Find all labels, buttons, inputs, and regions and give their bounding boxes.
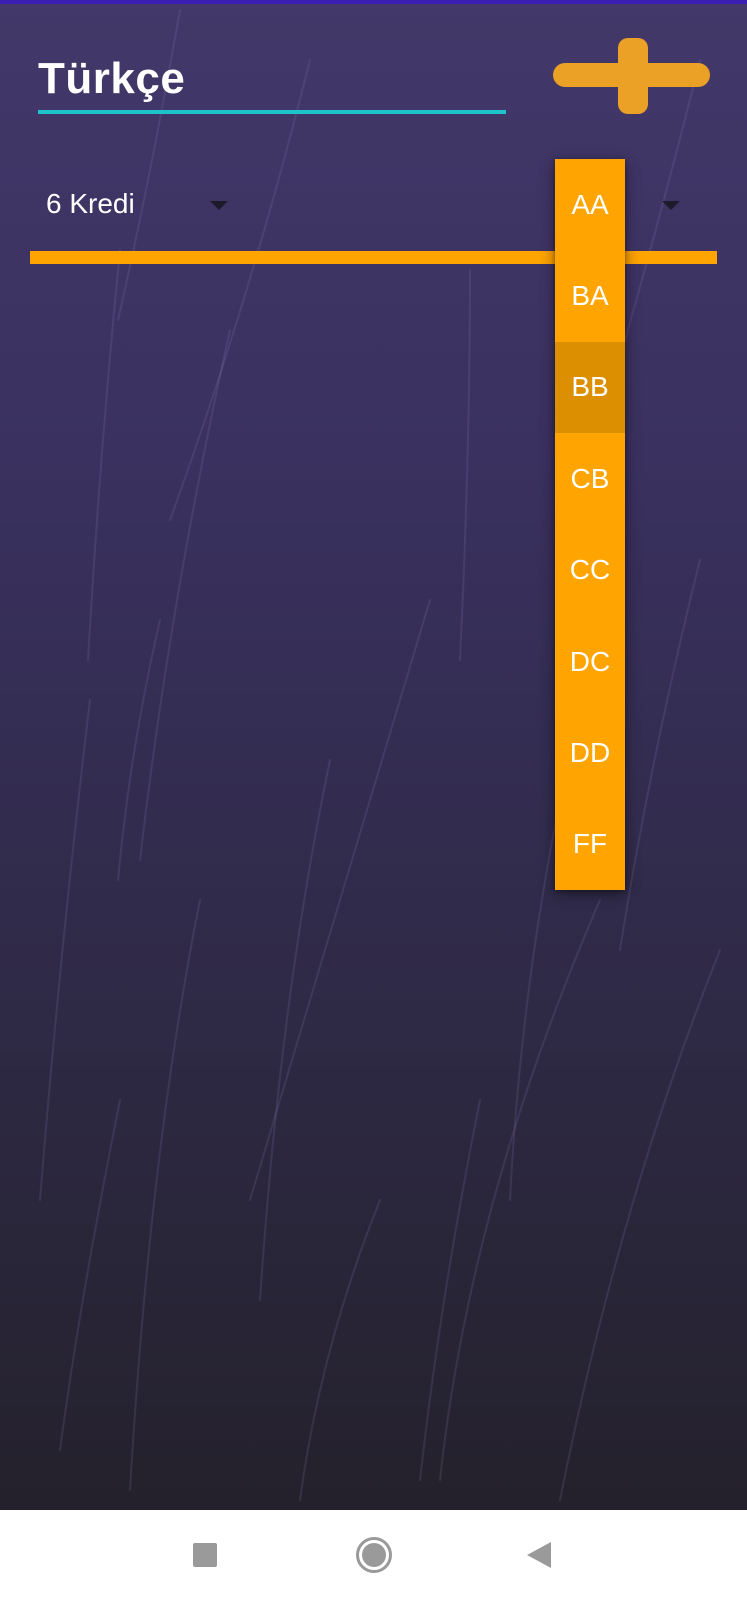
home-button[interactable] [351, 1532, 397, 1578]
circle-dot-icon [362, 1543, 386, 1567]
grade-option-dd[interactable]: DD [555, 707, 625, 798]
recents-button[interactable] [182, 1532, 228, 1578]
credit-selected-value: 6 Kredi [46, 188, 135, 219]
back-button[interactable] [517, 1532, 563, 1578]
grade-option-aa[interactable]: AA [555, 159, 625, 250]
system-navigation-bar [0, 1510, 747, 1600]
back-triangle-icon [527, 1542, 551, 1568]
grade-option-dc[interactable]: DC [555, 616, 625, 707]
square-icon [193, 1543, 217, 1567]
grade-dropdown-menu: AA BA BB CB CC DC DD FF [555, 159, 625, 890]
add-course-button[interactable] [553, 34, 713, 116]
grade-option-cc[interactable]: CC [555, 525, 625, 616]
grade-option-bb[interactable]: BB [555, 341, 625, 434]
course-name-text: Türkçe [38, 54, 186, 103]
grade-option-ba[interactable]: BA [555, 250, 625, 341]
credit-dropdown[interactable]: 6 Kredi [46, 180, 246, 230]
app-screen: Türkçe 6 Kredi AA BA BB CB CC DC DD FF [0, 0, 747, 1510]
course-name-underline [38, 110, 506, 114]
grade-option-ff[interactable]: FF [555, 799, 625, 890]
course-name-field[interactable]: Türkçe [38, 40, 506, 116]
plus-icon [553, 38, 710, 114]
grade-dropdown-arrow-icon[interactable] [662, 201, 680, 210]
grade-option-cb[interactable]: CB [555, 433, 625, 524]
dropdown-arrow-icon [210, 201, 228, 210]
